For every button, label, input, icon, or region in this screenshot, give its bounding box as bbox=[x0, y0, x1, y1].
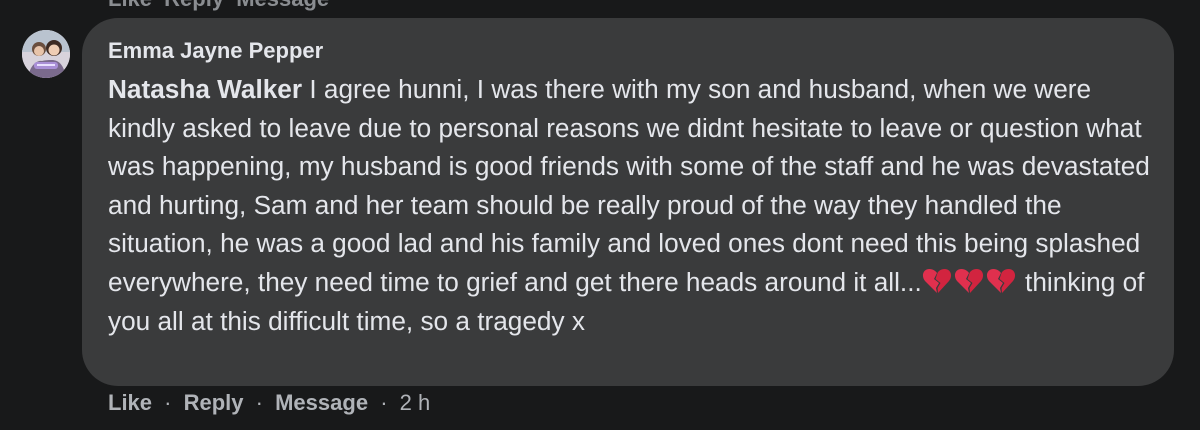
previous-comment-actions: Like Reply Message bbox=[108, 0, 335, 12]
comment-thread: Like Reply Message Emma Jayne Pepper Nat… bbox=[0, 0, 1200, 430]
comment-text-part-1: I agree hunni, I was there with my son a… bbox=[108, 74, 1150, 297]
timestamp[interactable]: 2 h bbox=[400, 390, 431, 415]
broken-heart-icon bbox=[954, 268, 983, 293]
broken-heart-icon bbox=[986, 268, 1015, 293]
reply-link[interactable]: Reply bbox=[184, 390, 244, 415]
message-link[interactable]: Message bbox=[275, 390, 368, 415]
profile-photo-icon bbox=[22, 30, 70, 78]
separator: · bbox=[255, 390, 263, 415]
comment-body: Natasha Walker I agree hunni, I was ther… bbox=[108, 70, 1158, 340]
like-link[interactable]: Like bbox=[108, 390, 152, 415]
comment-actions: Like · Reply · Message · 2 h bbox=[108, 390, 430, 416]
avatar[interactable] bbox=[22, 30, 70, 78]
previous-reply-link[interactable]: Reply bbox=[164, 0, 224, 11]
separator: · bbox=[164, 390, 172, 415]
comment-author[interactable]: Emma Jayne Pepper bbox=[108, 38, 1148, 64]
broken-heart-icon bbox=[922, 268, 951, 293]
mention-link[interactable]: Natasha Walker bbox=[108, 74, 302, 104]
comment-bubble: Emma Jayne Pepper Natasha Walker I agree… bbox=[82, 18, 1174, 386]
previous-message-link[interactable]: Message bbox=[236, 0, 329, 11]
separator: · bbox=[380, 390, 388, 415]
previous-like-link[interactable]: Like bbox=[108, 0, 152, 11]
